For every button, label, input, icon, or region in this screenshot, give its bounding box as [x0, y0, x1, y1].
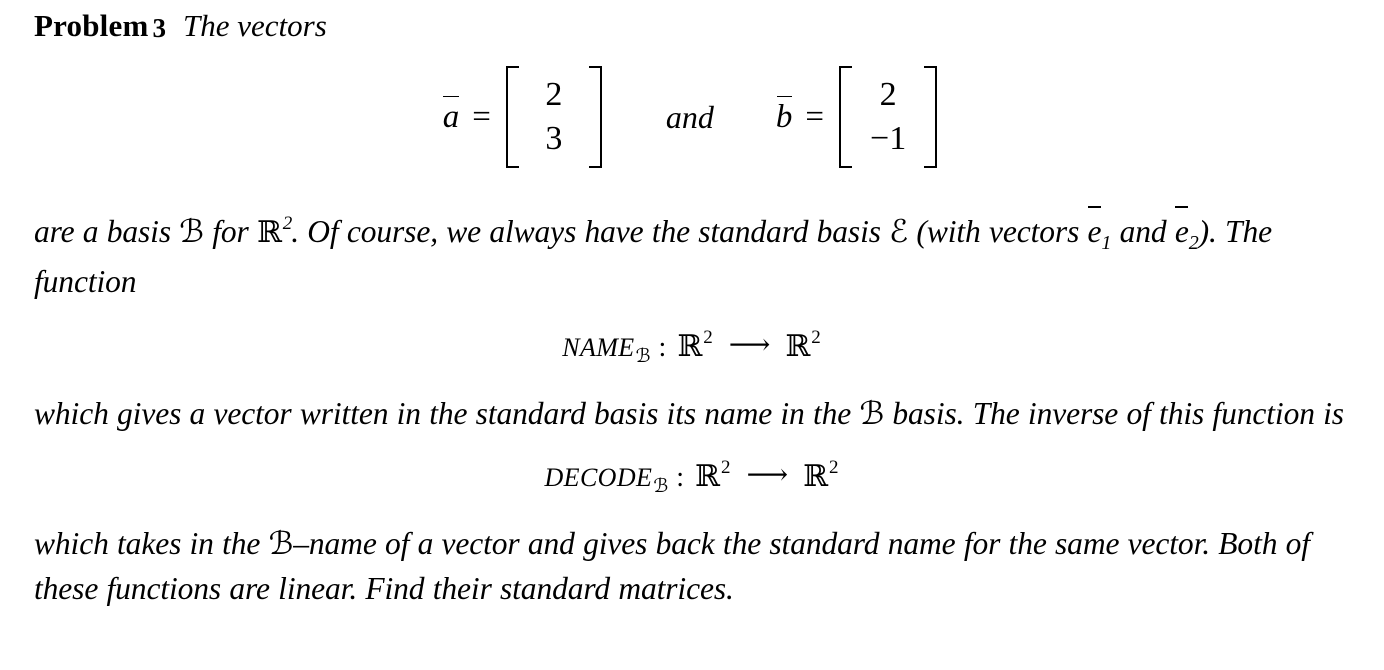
p1-seg-2: for — [203, 214, 257, 249]
vector-b-column: 2 −1 — [856, 66, 920, 168]
decode-codomain-exponent: 2 — [829, 457, 839, 478]
p3-seg-1: which takes in the — [34, 526, 269, 561]
p1-standard-basis-symbol: ℰ — [889, 214, 909, 249]
paragraph-decode-description: which takes in the ℬ–name of a vector an… — [34, 521, 1348, 611]
p1-e1-label: e — [1088, 206, 1101, 254]
p2-seg-1: which gives a vector written in the stan… — [34, 396, 860, 431]
p1-e2-subscript: 2 — [1188, 232, 1199, 254]
vectors-display-equation: a = 2 3 and b = 2 −1 — [34, 66, 1348, 168]
p1-basis-symbol: ℬ — [179, 214, 204, 249]
vector-a-entry-1: 3 — [545, 120, 563, 157]
p1-seg-3: . Of course, we always have the standard… — [291, 214, 890, 249]
vector-a-column: 2 3 — [523, 66, 585, 168]
problem-number: 3 — [152, 13, 166, 43]
name-function-signature: NAMEℬ : ℝ2 ⟶ ℝ2 — [34, 327, 1348, 367]
vector-a-label: a — [442, 95, 460, 135]
p2-seg-2: basis. The inverse of this function is — [884, 396, 1344, 431]
p3-basis-symbol: ℬ — [268, 526, 294, 561]
p1-e1-subscript: 1 — [1101, 232, 1112, 254]
problem-heading-text: The vectors — [182, 8, 327, 43]
decode-function-arrow-icon: ⟶ — [746, 459, 788, 491]
decode-function-colon: : — [676, 462, 685, 493]
decode-codomain-symbol: ℝ — [803, 460, 828, 493]
vector-b-label: b — [775, 95, 793, 135]
paragraph-name-description: which gives a vector written in the stan… — [34, 391, 1348, 436]
vector-a-matrix: 2 3 — [505, 66, 602, 168]
decode-function-subscript: ℬ — [653, 476, 669, 497]
p1-seg-1: are a basis — [34, 214, 180, 249]
decode-function-label: DECODE — [544, 463, 653, 492]
name-function-expression: NAMEℬ — [562, 331, 651, 367]
decode-function-codomain: ℝ2 — [803, 457, 839, 494]
decode-domain-symbol: ℝ — [695, 460, 720, 493]
name-function-colon: : — [658, 332, 667, 363]
name-function-arrow-icon: ⟶ — [728, 329, 771, 361]
name-domain-symbol: ℝ — [677, 330, 703, 363]
p2-basis-symbol: ℬ — [859, 396, 885, 431]
p1-reals-exponent: 2 — [282, 213, 293, 234]
vectors-conjunction: and — [665, 98, 714, 135]
decode-function-domain: ℝ2 — [695, 457, 730, 494]
name-function-label: NAME — [562, 333, 635, 362]
vector-a-equals: = — [472, 98, 491, 135]
vector-a-group: a = 2 3 — [443, 66, 604, 168]
name-function-subscript: ℬ — [635, 346, 651, 367]
vector-a-entry-0: 2 — [545, 76, 563, 113]
name-codomain-exponent: 2 — [811, 327, 821, 348]
vector-b-entry-1: −1 — [870, 120, 907, 157]
vector-b-entry-0: 2 — [879, 76, 897, 113]
name-function-domain: ℝ2 — [677, 327, 712, 364]
p1-seg-5: and — [1111, 214, 1175, 249]
decode-function-signature: DECODEℬ : ℝ2 ⟶ ℝ2 — [34, 457, 1348, 497]
name-function-codomain: ℝ2 — [785, 327, 821, 364]
vector-b-matrix: 2 −1 — [839, 66, 938, 168]
p1-reals-symbol: ℝ — [256, 216, 282, 249]
p1-e2-label: e — [1175, 206, 1189, 254]
paragraph-basis-intro: are a basis ℬ for ℝ2. Of course, we alwa… — [34, 206, 1348, 304]
name-codomain-symbol: ℝ — [785, 330, 811, 363]
decode-function-expression: DECODEℬ — [544, 461, 669, 497]
vector-b-group: b = 2 −1 — [776, 66, 939, 168]
vector-b-equals: = — [805, 98, 825, 135]
problem-page: Problem 3 The vectors a = 2 3 and b = 2 −1 — [0, 0, 1384, 670]
problem-label: Problem — [34, 8, 149, 43]
p1-seg-4: (with vectors — [908, 214, 1088, 249]
problem-heading: Problem 3 The vectors — [34, 0, 1348, 47]
